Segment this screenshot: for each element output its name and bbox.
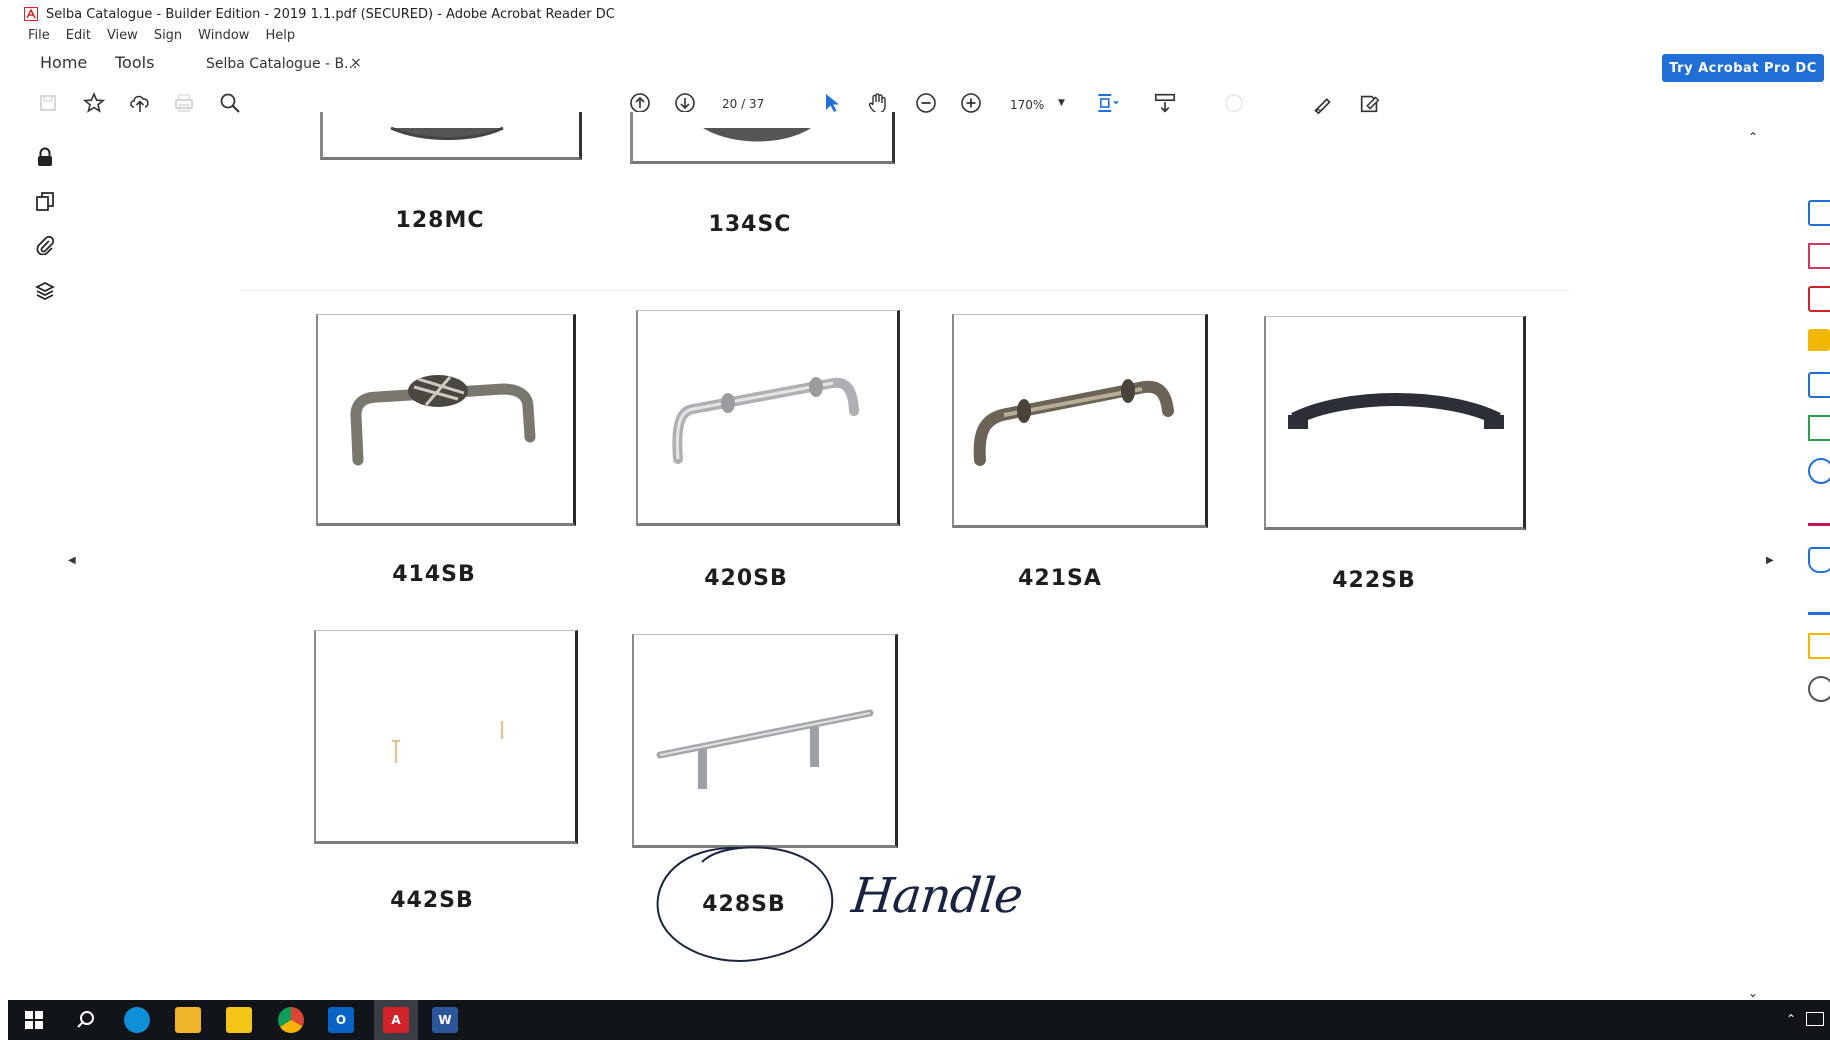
window-title: Selba Catalogue - Builder Edition - 2019… — [46, 7, 615, 22]
product-tile-422SB — [1264, 316, 1526, 530]
product-code-442SB: 442SB — [390, 888, 474, 913]
combine-files-tool-icon[interactable] — [1808, 372, 1830, 398]
send-for-review-tool-icon[interactable] — [1808, 633, 1830, 659]
menu-sign[interactable]: Sign — [154, 28, 182, 48]
acrobat-logo-icon — [24, 7, 38, 21]
product-tile-414SB — [316, 314, 576, 526]
acrobat-reader-taskbar-icon[interactable]: A — [383, 1007, 409, 1033]
product-tile-442SB — [314, 630, 578, 844]
zoom-in-icon[interactable] — [959, 91, 983, 115]
outlook-icon[interactable]: O — [328, 1007, 354, 1033]
file-explorer-icon[interactable] — [175, 1007, 201, 1033]
zoom-out-icon[interactable] — [914, 91, 938, 115]
page-thumbnails-icon[interactable] — [32, 188, 58, 214]
product-code-421SA: 421SA — [1018, 566, 1102, 591]
word-icon[interactable]: W — [432, 1007, 458, 1033]
sticky-notes-icon[interactable] — [226, 1007, 252, 1033]
handwritten-note: Handle — [849, 868, 1025, 924]
more-tools-wrench-icon[interactable] — [1808, 676, 1830, 702]
zoom-level-field[interactable]: 170% — [1010, 98, 1044, 112]
handwritten-circle-annotation — [656, 846, 834, 962]
bookmark-star-icon[interactable] — [82, 91, 106, 115]
spreadsheet-tool-icon[interactable] — [1808, 415, 1830, 441]
export-pdf-tool-icon[interactable] — [1808, 200, 1830, 226]
tab-tools[interactable]: Tools — [115, 53, 154, 72]
lock-icon[interactable] — [32, 144, 58, 170]
tab-document[interactable]: Selba Catalogue - B... — [206, 56, 357, 72]
fill-sign-tool-icon[interactable] — [1808, 501, 1830, 526]
menu-window[interactable]: Window — [198, 28, 249, 48]
menu-help[interactable]: Help — [265, 28, 295, 48]
save-icon[interactable] — [36, 91, 60, 115]
menu-edit[interactable]: Edit — [66, 28, 91, 48]
page-separator — [240, 290, 1570, 291]
product-code-134SC: 134SC — [708, 212, 792, 237]
upload-cloud-icon[interactable] — [128, 91, 152, 115]
product-tile-134SC — [630, 112, 895, 164]
system-tray-chevron-icon[interactable]: ⌃ — [1786, 1012, 1796, 1026]
attachment-icon[interactable] — [32, 232, 58, 258]
fill-sign-icon[interactable] — [1312, 91, 1336, 115]
collapse-left-panel-icon[interactable]: ◀ — [68, 555, 76, 566]
comment-tool-icon[interactable] — [1808, 329, 1830, 351]
edge-browser-icon[interactable] — [124, 1007, 150, 1033]
page-number-field[interactable]: 20 / 37 — [722, 97, 764, 111]
search-zoom-icon[interactable] — [218, 91, 242, 115]
product-code-420SB: 420SB — [704, 566, 788, 591]
product-tile-128MC — [320, 112, 582, 160]
close-tab-button[interactable]: × — [350, 55, 362, 71]
network-tray-icon[interactable] — [1806, 1012, 1824, 1026]
fit-page-icon[interactable] — [1096, 91, 1120, 115]
request-signature-tool-icon[interactable] — [1808, 590, 1830, 615]
product-code-128MC: 128MC — [395, 208, 485, 233]
scroll-down-chevron-icon[interactable]: ⌄ — [1748, 986, 1758, 1000]
share-icon[interactable] — [1222, 91, 1246, 115]
protect-shield-tool-icon[interactable] — [1808, 547, 1830, 573]
zoom-dropdown-chevron-icon[interactable]: ▼ — [1058, 98, 1065, 108]
layers-icon[interactable] — [32, 278, 58, 304]
menu-view[interactable]: View — [107, 28, 138, 48]
product-code-422SB: 422SB — [1332, 568, 1416, 593]
product-tile-420SB — [636, 310, 900, 526]
scroll-up-chevron-icon[interactable]: ⌃ — [1748, 130, 1758, 144]
taskbar-search-icon[interactable] — [74, 1008, 98, 1032]
edit-icon[interactable] — [1358, 91, 1382, 115]
windows-start-icon[interactable] — [24, 1010, 44, 1030]
create-pdf-tool-icon[interactable] — [1808, 286, 1830, 312]
menu-file[interactable]: File — [28, 28, 50, 48]
print-icon[interactable] — [172, 91, 196, 115]
scroll-mode-icon[interactable] — [1153, 91, 1177, 115]
chrome-browser-icon[interactable] — [278, 1007, 304, 1033]
organize-pages-tool-icon[interactable] — [1808, 243, 1830, 269]
product-tile-428SB — [632, 634, 898, 848]
product-tile-421SA — [952, 314, 1208, 528]
expand-right-panel-icon[interactable]: ▶ — [1766, 555, 1774, 566]
try-acrobat-pro-button[interactable]: Try Acrobat Pro DC — [1662, 54, 1824, 82]
product-code-414SB: 414SB — [392, 562, 476, 587]
scan-tool-icon[interactable] — [1808, 458, 1830, 484]
menu-bar: File Edit View Sign Window Help — [28, 28, 295, 48]
tab-home[interactable]: Home — [40, 53, 87, 72]
